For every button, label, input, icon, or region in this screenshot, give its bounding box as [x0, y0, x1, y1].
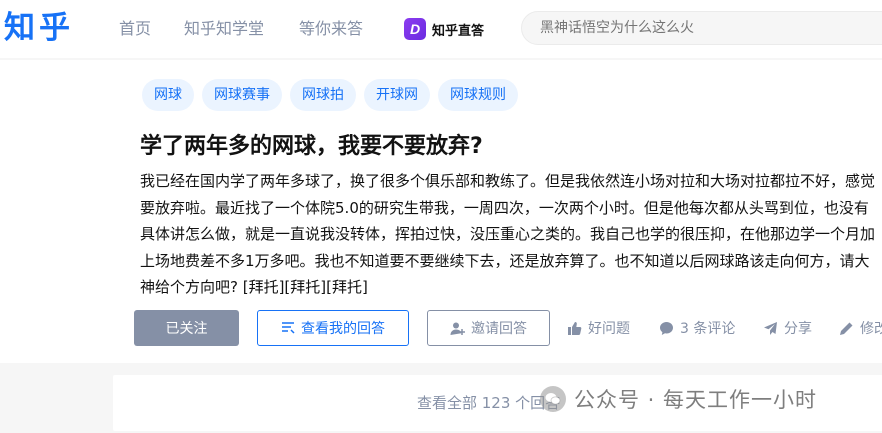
good-question-button[interactable]: 好问题 [567, 310, 630, 346]
good-question-label: 好问题 [588, 321, 630, 337]
nav-waiting-answers[interactable]: 等你来答 [299, 18, 363, 40]
view-my-answer-button[interactable]: 查看我的回答 [257, 310, 409, 346]
wechat-icon [540, 386, 566, 412]
view-my-answer-label: 查看我的回答 [301, 321, 385, 337]
edit-label: 修改 [860, 321, 882, 337]
zhihu-logo[interactable]: 知乎 [4, 8, 74, 48]
zhihu-direct-icon: D [404, 18, 426, 40]
question-title: 学了两年多的网球，我要不要放弃? [140, 134, 483, 159]
topic-tag[interactable]: 开球网 [364, 79, 430, 111]
edit-button[interactable]: 修改 [839, 310, 882, 346]
watermark-text: 公众号 · 每天工作一小时 [574, 388, 818, 412]
wechat-watermark: 公众号 · 每天工作一小时 [540, 384, 817, 414]
nav-home[interactable]: 首页 [119, 18, 151, 40]
invite-answer-button[interactable]: 邀请回答 [427, 310, 550, 346]
topic-tag[interactable]: 网球赛事 [202, 79, 282, 111]
followed-button[interactable]: 已关注 [134, 310, 239, 346]
top-bar: 知乎 首页 知乎知学堂 等你来答 D 知乎直答 [0, 0, 882, 58]
comments-label: 3 条评论 [680, 321, 736, 337]
zhihu-direct-link[interactable]: D 知乎直答 [404, 15, 484, 43]
topic-tags: 网球 网球赛事 网球拍 开球网 网球规则 [142, 79, 518, 111]
topic-tag[interactable]: 网球拍 [290, 79, 356, 111]
question-body: 我已经在国内学了两年多球了，换了很多个俱乐部和教练了。但是我依然连小场对拉和大场… [140, 172, 876, 296]
question-actions: 已关注 查看我的回答 邀请回答 好问题 3 条评论 分享 修改 [134, 310, 882, 346]
share-label: 分享 [784, 321, 812, 337]
share-icon [763, 321, 778, 336]
thumbs-up-icon [567, 321, 582, 336]
share-button[interactable]: 分享 [763, 310, 812, 346]
invite-answer-label: 邀请回答 [471, 321, 527, 337]
comments-button[interactable]: 3 条评论 [659, 310, 735, 346]
add-user-icon [450, 321, 465, 336]
topic-tag[interactable]: 网球规则 [438, 79, 518, 111]
question-card: 网球 网球赛事 网球拍 开球网 网球规则 学了两年多的网球，我要不要放弃? 我已… [0, 60, 882, 363]
nav-zhixuetang[interactable]: 知乎知学堂 [184, 18, 264, 40]
pencil-icon [839, 321, 854, 336]
topic-tag[interactable]: 网球 [142, 79, 194, 111]
search-input[interactable] [521, 11, 882, 45]
view-all-answers-link[interactable]: 查看全部 123 个回答 [417, 392, 560, 414]
list-icon [281, 321, 295, 335]
zhihu-direct-label: 知乎直答 [432, 23, 485, 39]
comment-bubble-icon [659, 321, 674, 336]
